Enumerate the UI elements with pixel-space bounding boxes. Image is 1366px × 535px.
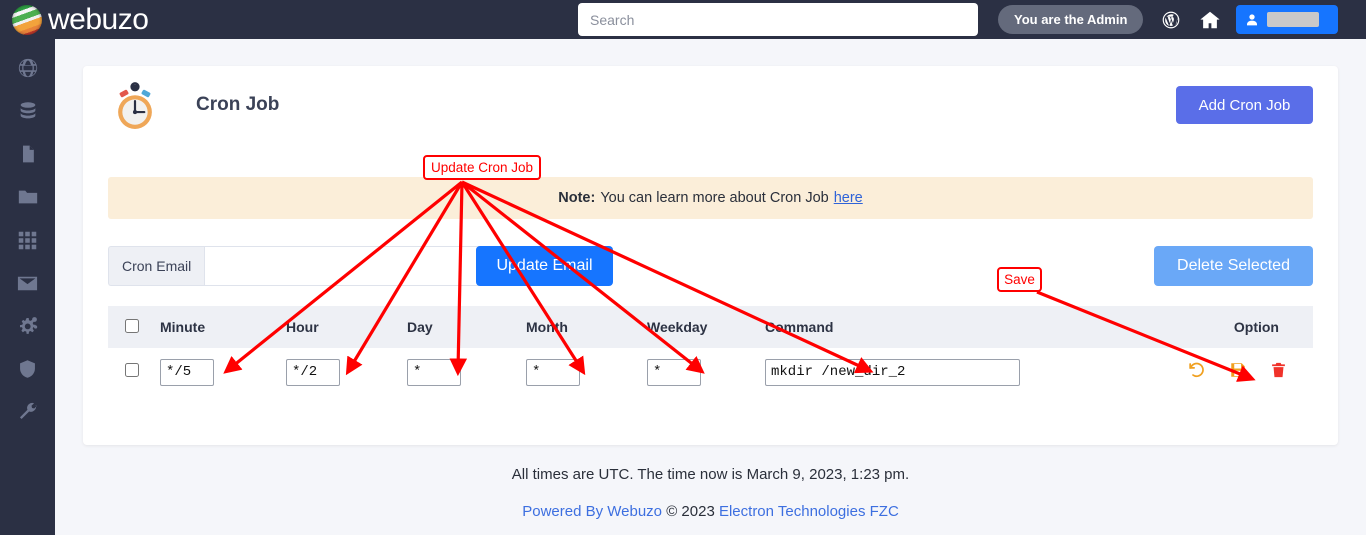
copyright-text: © 2023 xyxy=(666,503,715,520)
cron-job-card: Cron Job Add Cron Job Note: You can lear… xyxy=(83,66,1338,445)
stopwatch-icon xyxy=(108,80,162,134)
day-input[interactable] xyxy=(407,359,461,386)
save-icon[interactable] xyxy=(1225,361,1247,384)
header-option: Option xyxy=(1162,306,1313,348)
row-select-checkbox[interactable] xyxy=(125,363,139,377)
brand-logo[interactable]: webuzo xyxy=(0,5,196,35)
sidebar-item-settings[interactable] xyxy=(15,313,41,339)
cell-month xyxy=(518,348,639,396)
cell-options xyxy=(1162,348,1313,396)
user-account-button[interactable] xyxy=(1236,5,1338,34)
table-header: Minute Hour Day Month Weekday Command Op… xyxy=(108,306,1313,348)
sidebar-item-file[interactable] xyxy=(15,141,41,167)
sidebar-item-tools[interactable] xyxy=(15,399,41,425)
powered-by-link[interactable]: Powered By Webuzo xyxy=(522,503,662,520)
hour-input[interactable] xyxy=(286,359,340,386)
sidebar-item-database[interactable] xyxy=(15,98,41,124)
table-header-row: Minute Hour Day Month Weekday Command Op… xyxy=(108,306,1313,348)
table-row xyxy=(108,348,1313,396)
home-icon[interactable] xyxy=(1196,6,1224,34)
add-cron-job-button[interactable]: Add Cron Job xyxy=(1176,86,1313,124)
company-link[interactable]: Electron Technologies FZC xyxy=(719,503,899,520)
note-text: You can learn more about Cron Job xyxy=(600,190,828,206)
file-icon xyxy=(18,143,38,165)
header-minute: Minute xyxy=(152,306,278,348)
brand-name: webuzo xyxy=(48,5,148,35)
shield-icon xyxy=(17,358,38,380)
cron-email-label: Cron Email xyxy=(108,246,204,286)
wrench-icon xyxy=(17,401,39,423)
note-banner: Note: You can learn more about Cron Job … xyxy=(108,177,1313,219)
page-title: Cron Job xyxy=(196,94,279,116)
webuzo-globe-icon xyxy=(12,5,42,35)
user-icon xyxy=(1244,12,1260,28)
cell-command xyxy=(757,348,1162,396)
cell-day xyxy=(399,348,518,396)
note-link[interactable]: here xyxy=(834,190,863,206)
minute-input[interactable] xyxy=(160,359,214,386)
update-email-button[interactable]: Update Email xyxy=(476,246,613,286)
month-input[interactable] xyxy=(526,359,580,386)
envelope-icon xyxy=(16,272,39,295)
top-navigation-bar: webuzo You are the Admin xyxy=(0,0,1366,39)
header-day: Day xyxy=(399,306,518,348)
footer-time-note: All times are UTC. The time now is March… xyxy=(55,466,1366,483)
reset-icon[interactable] xyxy=(1184,360,1206,384)
cron-jobs-table: Minute Hour Day Month Weekday Command Op… xyxy=(108,306,1313,396)
select-all-checkbox[interactable] xyxy=(125,319,139,333)
cron-email-row: Cron Email Update Email Delete Selected xyxy=(108,246,1313,286)
sidebar-item-globe[interactable] xyxy=(15,55,41,81)
table-body xyxy=(108,348,1313,396)
header-hour: Hour xyxy=(278,306,399,348)
wordpress-icon[interactable] xyxy=(1157,6,1185,34)
sidebar-item-folder[interactable] xyxy=(15,184,41,210)
delete-icon[interactable] xyxy=(1265,361,1287,384)
sidebar-item-email[interactable] xyxy=(15,270,41,296)
header-month: Month xyxy=(518,306,639,348)
select-all-header xyxy=(108,306,152,348)
cell-minute xyxy=(152,348,278,396)
weekday-input[interactable] xyxy=(647,359,701,386)
annotation-save: Save xyxy=(997,267,1042,292)
footer-credits: Powered By Webuzo © 2023 Electron Techno… xyxy=(55,503,1366,520)
cell-hour xyxy=(278,348,399,396)
database-icon xyxy=(17,100,39,122)
header-command: Command xyxy=(757,306,1162,348)
card-header: Cron Job Add Cron Job xyxy=(83,66,1338,142)
annotation-update-cron-job: Update Cron Job xyxy=(423,155,541,180)
sidebar-navigation xyxy=(0,39,55,535)
header-weekday: Weekday xyxy=(639,306,757,348)
command-input[interactable] xyxy=(765,359,1020,386)
grid-apps-icon xyxy=(17,230,38,251)
sidebar-item-security[interactable] xyxy=(15,356,41,382)
username-redacted xyxy=(1267,12,1319,27)
gears-icon xyxy=(16,314,40,338)
note-label: Note: xyxy=(558,190,595,206)
app-root: webuzo You are the Admin xyxy=(0,0,1366,535)
cell-weekday xyxy=(639,348,757,396)
search-container xyxy=(578,3,978,36)
search-input[interactable] xyxy=(578,3,978,36)
main-content: Cron Job Add Cron Job Note: You can lear… xyxy=(55,39,1366,535)
delete-selected-button[interactable]: Delete Selected xyxy=(1154,246,1313,286)
admin-status-badge[interactable]: You are the Admin xyxy=(998,5,1143,34)
globe-icon xyxy=(17,57,39,79)
folder-icon xyxy=(17,186,39,208)
sidebar-item-apps[interactable] xyxy=(15,227,41,253)
row-select-cell xyxy=(108,348,152,396)
